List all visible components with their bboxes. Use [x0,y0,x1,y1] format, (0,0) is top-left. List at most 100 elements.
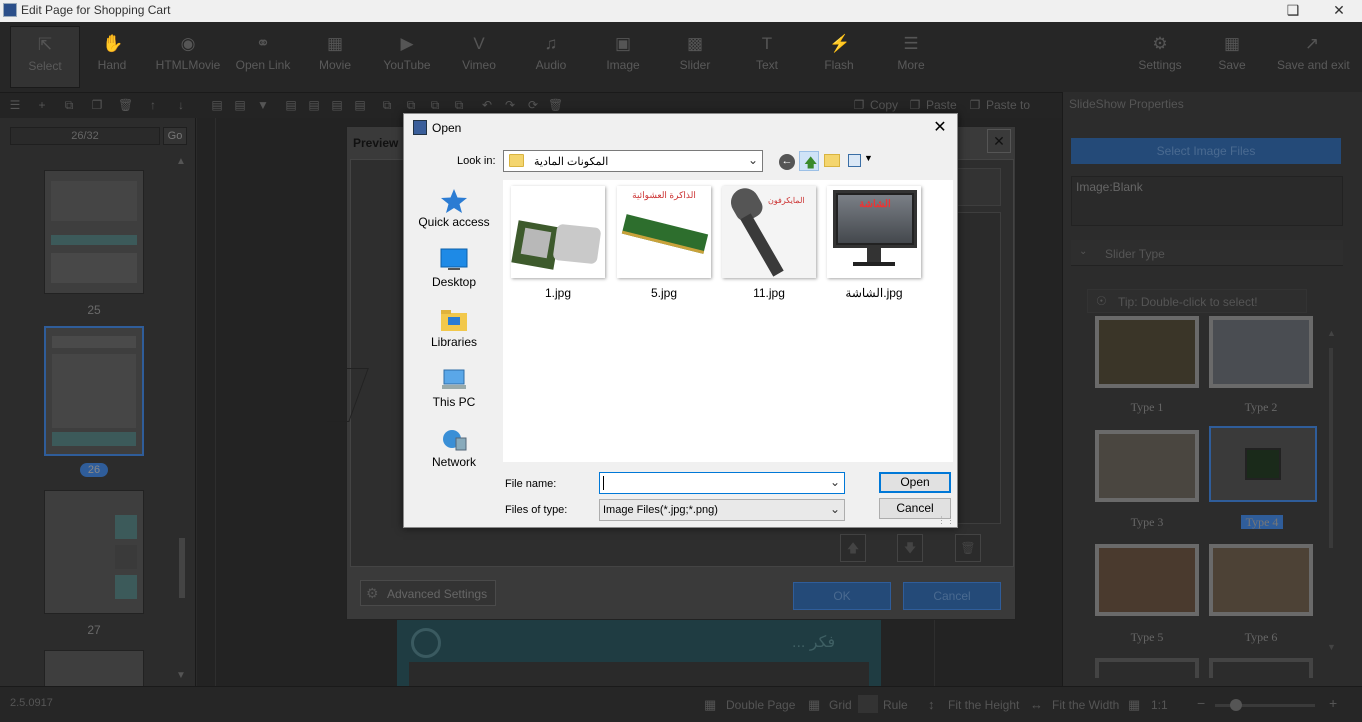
files-of-type-select[interactable]: Image Files(*.jpg;*.png) ⌄ [599,499,845,521]
move-up-button[interactable]: 🡅 [840,534,866,562]
preview-ok-button[interactable]: OK [793,582,891,610]
look-in-combo[interactable]: المكونات المادية ⌄ [503,150,763,172]
slider-type-1[interactable] [1095,316,1199,388]
send-back-icon[interactable]: ⧉ [404,98,418,112]
slider-type-6[interactable] [1209,544,1313,616]
network-icon [440,428,468,452]
delete-icon[interactable]: 🗑 [548,98,563,112]
tool-image[interactable]: ▣ Image [588,26,658,88]
place-network[interactable]: Network [410,428,498,469]
open-button[interactable]: Open [879,472,951,493]
scroll-down-icon[interactable]: ▼ [1327,642,1336,652]
refresh-icon[interactable]: ⟳ [526,98,540,112]
scroll-down-icon[interactable]: ▼ [176,670,186,681]
undo-icon[interactable]: ↶ [480,98,494,112]
backward-icon[interactable]: ⧉ [452,98,466,112]
align-left-icon[interactable]: ▤ [210,98,224,112]
select-image-files-button[interactable]: Select Image Files [1071,138,1341,164]
align-bottom-icon[interactable]: ▼ [256,98,270,112]
slider-type-4[interactable] [1209,426,1317,502]
thumbnail-page-25[interactable] [44,170,144,294]
up-folder-icon[interactable]: 🡅 [799,151,819,171]
tool-save[interactable]: ▦ Save [1197,26,1267,88]
trash-icon[interactable]: 🗑 [118,98,133,112]
paste-to-button[interactable]: Paste to [986,98,1030,112]
look-in-label: Look in: [457,155,496,167]
tool-settings[interactable]: ⚙ Settings [1125,26,1195,88]
redo-icon[interactable]: ↷ [503,98,517,112]
resize-grip-icon[interactable]: ⋮⋮ [937,515,955,526]
slider-type-5[interactable] [1095,544,1199,616]
tool-movie[interactable]: ▦ Movie [300,26,370,88]
arrow-down-icon[interactable]: ↓ [174,98,188,112]
zoom-slider-handle[interactable] [1230,699,1242,711]
page-number-input[interactable]: 26/32 [10,127,160,145]
file-item[interactable]: الذاكرة العشوائية 5.jpg [614,186,714,300]
same-width-icon[interactable]: ▤ [353,98,367,112]
actual-size-button[interactable]: 1:1 [1151,698,1168,712]
tool-vimeo[interactable]: V Vimeo [444,26,514,88]
file-item[interactable]: الشاشة الشاشة.jpg [824,186,924,300]
thumbnail-scrollbar[interactable] [179,538,185,598]
preview-cancel-button[interactable]: Cancel [903,582,1001,610]
same-size-icon[interactable]: ▤ [330,98,344,112]
distribute-icon[interactable]: ▤ [284,98,298,112]
place-libraries[interactable]: Libraries [410,308,498,349]
zoom-out-icon[interactable]: − [1197,695,1205,711]
slider-type-2[interactable] [1209,316,1313,388]
tool-more[interactable]: ☰ More [876,26,946,88]
add-page-icon[interactable]: + [35,98,49,112]
copy-page-icon[interactable]: ❐ [90,98,104,112]
new-folder-icon[interactable] [824,154,840,167]
file-name-input[interactable]: ⌄ [599,472,845,494]
slider-type-header[interactable]: ⌄ Slider Type [1071,240,1343,266]
dialog-close-button[interactable]: ✕ [931,117,949,137]
thumbnail-page-27[interactable] [44,490,144,614]
forward-icon[interactable]: ⧉ [428,98,442,112]
align-center-icon[interactable]: ▤ [233,98,247,112]
go-button[interactable]: Go [163,127,187,145]
grid-toggle[interactable]: Grid [829,698,852,712]
tool-flash[interactable]: ⚡ Flash [804,26,874,88]
scroll-up-icon[interactable]: ▲ [176,156,186,167]
preview-close-button[interactable]: ✕ [987,129,1011,153]
advanced-settings-button[interactable]: ⚙ Advanced Settings [360,580,496,606]
delete-image-button[interactable]: 🗑 [955,534,981,562]
restore-button[interactable]: ❑ [1270,0,1316,22]
copy-button[interactable]: Copy [870,98,898,112]
tool-open-link[interactable]: ⚭ Open Link [228,26,298,88]
tool-audio[interactable]: ♫ Audio [516,26,586,88]
file-item[interactable]: المايكرفون 11.jpg [719,186,819,300]
tool-hand[interactable]: ✋ Hand [77,26,147,88]
list-icon[interactable]: ☰ [8,98,22,112]
place-this-pc[interactable]: This PC [410,368,498,409]
place-quick-access[interactable]: Quick access [410,188,498,229]
slider-type-3[interactable] [1095,430,1199,502]
tool-select[interactable]: ⇱ Select [10,26,80,88]
types-scrollbar[interactable] [1329,348,1333,548]
fit-height-button[interactable]: Fit the Height [948,698,1019,712]
tool-slider[interactable]: ▩ Slider [660,26,730,88]
tool-text[interactable]: T Text [732,26,802,88]
scroll-up-icon[interactable]: ▲ [1327,328,1336,338]
thumbnail-page-26[interactable] [44,326,144,456]
paste-button[interactable]: Paste [926,98,957,112]
file-item[interactable]: 1.jpg [508,186,608,300]
move-down-button[interactable]: 🡇 [897,534,923,562]
distribute-v-icon[interactable]: ▤ [307,98,321,112]
duplicate-icon[interactable]: ⧉ [62,98,76,112]
view-menu-icon[interactable]: ▼ [848,153,874,169]
zoom-in-icon[interactable]: + [1329,695,1337,711]
thumbnail-page-28[interactable] [44,650,144,690]
tool-save-exit[interactable]: ↗ Save and exit [1277,26,1350,88]
tool-htmlmovie[interactable]: ◉ HTMLMovie [153,26,223,88]
close-button[interactable]: ✕ [1316,0,1362,22]
back-icon[interactable]: ← [779,154,795,170]
rule-toggle[interactable]: Rule [883,698,908,712]
double-page-button[interactable]: Double Page [726,698,795,712]
tool-youtube[interactable]: ▶ YouTube [372,26,442,88]
bring-front-icon[interactable]: ⧉ [380,98,394,112]
fit-width-button[interactable]: Fit the Width [1052,698,1119,712]
place-desktop[interactable]: Desktop [410,248,498,289]
arrow-up-icon[interactable]: ↑ [146,98,160,112]
